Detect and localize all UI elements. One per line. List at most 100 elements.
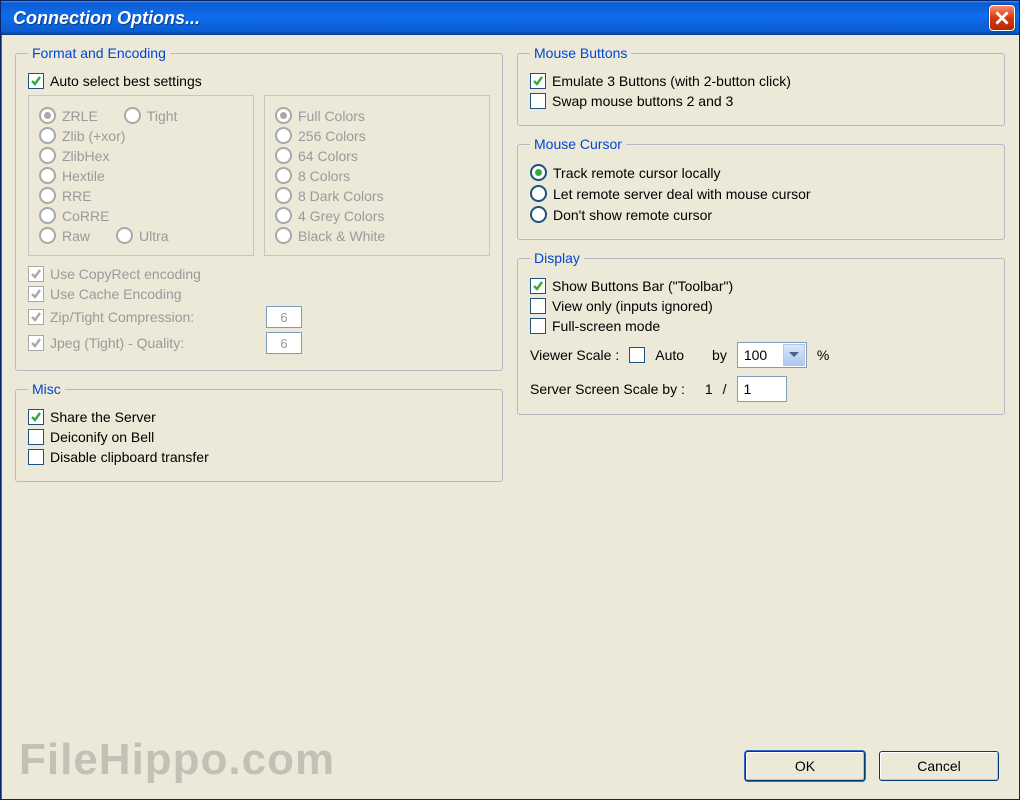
- mouse-buttons-group: Mouse Buttons Emulate 3 Buttons (with 2-…: [517, 45, 1005, 126]
- fullscreen-checkbox[interactable]: [530, 318, 546, 334]
- enc-raw-label: Raw: [62, 228, 90, 244]
- mouse-cursor-group: Mouse Cursor Track remote cursor locally…: [517, 136, 1005, 240]
- enc-ultra-label: Ultra: [139, 228, 169, 244]
- dialog-window: Connection Options... Format and Encodin…: [0, 0, 1020, 800]
- cursor-hide-radio[interactable]: [530, 206, 547, 223]
- cursor-remote-label: Let remote server deal with mouse cursor: [553, 186, 811, 202]
- col-4grey-label: 4 Grey Colors: [298, 208, 384, 224]
- disable-clipboard-checkbox[interactable]: [28, 449, 44, 465]
- copyrect-checkbox: [28, 266, 44, 282]
- misc-group: Misc Share the Server Deiconify on Bell …: [15, 381, 503, 482]
- close-icon: [995, 11, 1009, 25]
- viewer-scale-label: Viewer Scale :: [530, 347, 619, 363]
- deiconify-checkbox[interactable]: [28, 429, 44, 445]
- display-group: Display Show Buttons Bar ("Toolbar") Vie…: [517, 250, 1005, 415]
- toolbar-label: Show Buttons Bar ("Toolbar"): [552, 278, 733, 294]
- enc-raw-radio: [39, 227, 56, 244]
- col-256-radio: [275, 127, 292, 144]
- format-encoding-group: Format and Encoding Auto select best set…: [15, 45, 503, 371]
- cursor-remote-radio[interactable]: [530, 185, 547, 202]
- titlebar[interactable]: Connection Options...: [1, 1, 1019, 35]
- col-8-label: 8 Colors: [298, 168, 350, 184]
- enc-rre-radio: [39, 187, 56, 204]
- swap-buttons-label: Swap mouse buttons 2 and 3: [552, 93, 733, 109]
- auto-select-row: Auto select best settings: [28, 73, 490, 89]
- col-8dark-label: 8 Dark Colors: [298, 188, 384, 204]
- share-server-label: Share the Server: [50, 409, 156, 425]
- zipcomp-value: 6: [266, 306, 302, 328]
- server-scale-input[interactable]: [737, 376, 787, 402]
- colors-box: Full Colors 256 Colors 64 Colors 8 Color…: [264, 95, 490, 256]
- col-8-radio: [275, 167, 292, 184]
- server-scale-num: 1: [705, 381, 713, 397]
- enc-zlibhex-label: ZlibHex: [62, 148, 109, 164]
- encoding-subgroups: ZRLE Tight Zlib (+xor) ZlibHex Hextile R…: [28, 95, 490, 256]
- chevron-down-icon: [783, 344, 805, 366]
- window-title: Connection Options...: [13, 8, 200, 29]
- auto-select-checkbox[interactable]: [28, 73, 44, 89]
- enc-zlibxor-label: Zlib (+xor): [62, 128, 125, 144]
- mouse-cursor-legend: Mouse Cursor: [530, 136, 626, 152]
- enc-tight-radio: [124, 107, 141, 124]
- display-legend: Display: [530, 250, 584, 266]
- server-scale-row: Server Screen Scale by : 1 /: [530, 376, 992, 402]
- col-bw-label: Black & White: [298, 228, 385, 244]
- cursor-hide-label: Don't show remote cursor: [553, 207, 712, 223]
- enc-rre-label: RRE: [62, 188, 92, 204]
- viewonly-checkbox[interactable]: [530, 298, 546, 314]
- jpegq-value: 6: [266, 332, 302, 354]
- enc-zlibxor-radio: [39, 127, 56, 144]
- mouse-buttons-legend: Mouse Buttons: [530, 45, 631, 61]
- col-bw-radio: [275, 227, 292, 244]
- zipcomp-label: Zip/Tight Compression:: [50, 309, 260, 325]
- format-legend: Format and Encoding: [28, 45, 170, 61]
- viewer-scale-pct: %: [817, 347, 829, 363]
- viewer-scale-auto-checkbox[interactable]: [629, 347, 645, 363]
- enc-corre-label: CoRRE: [62, 208, 109, 224]
- left-column: Format and Encoding Auto select best set…: [15, 45, 503, 482]
- cancel-button[interactable]: Cancel: [879, 751, 999, 781]
- enc-zlibhex-radio: [39, 147, 56, 164]
- col-4grey-radio: [275, 207, 292, 224]
- col-full-label: Full Colors: [298, 108, 365, 124]
- dialog-buttons: OK Cancel: [745, 751, 999, 781]
- emulate3-label: Emulate 3 Buttons (with 2-button click): [552, 73, 791, 89]
- share-server-checkbox[interactable]: [28, 409, 44, 425]
- col-8dark-radio: [275, 187, 292, 204]
- dialog-body: Format and Encoding Auto select best set…: [1, 35, 1019, 492]
- col-full-radio: [275, 107, 292, 124]
- enc-zrle-radio: [39, 107, 56, 124]
- viewer-scale-combo[interactable]: 100: [737, 342, 807, 368]
- enc-zrle-label: ZRLE: [62, 108, 98, 124]
- ok-button[interactable]: OK: [745, 751, 865, 781]
- fullscreen-label: Full-screen mode: [552, 318, 660, 334]
- enc-tight-label: Tight: [147, 108, 178, 124]
- encoding-options: Use CopyRect encoding Use Cache Encoding…: [28, 266, 490, 354]
- right-column: Mouse Buttons Emulate 3 Buttons (with 2-…: [517, 45, 1005, 482]
- jpegq-label: Jpeg (Tight) - Quality:: [50, 335, 260, 351]
- emulate3-checkbox[interactable]: [530, 73, 546, 89]
- toolbar-checkbox[interactable]: [530, 278, 546, 294]
- enc-corre-radio: [39, 207, 56, 224]
- watermark: FileHippo.com: [19, 735, 335, 785]
- copyrect-label: Use CopyRect encoding: [50, 266, 201, 282]
- col-256-label: 256 Colors: [298, 128, 366, 144]
- cursor-track-radio[interactable]: [530, 164, 547, 181]
- server-scale-label: Server Screen Scale by :: [530, 381, 685, 397]
- server-scale-sep: /: [723, 381, 727, 397]
- viewer-scale-value: 100: [744, 347, 767, 363]
- zipcomp-checkbox: [28, 309, 44, 325]
- viewer-scale-auto-label: Auto: [655, 347, 684, 363]
- cache-label: Use Cache Encoding: [50, 286, 182, 302]
- misc-legend: Misc: [28, 381, 65, 397]
- cursor-track-label: Track remote cursor locally: [553, 165, 721, 181]
- viewer-scale-row: Viewer Scale : Auto by 100 %: [530, 342, 992, 368]
- close-button[interactable]: [989, 5, 1015, 31]
- enc-hextile-label: Hextile: [62, 168, 105, 184]
- deiconify-label: Deiconify on Bell: [50, 429, 154, 445]
- encoding-box: ZRLE Tight Zlib (+xor) ZlibHex Hextile R…: [28, 95, 254, 256]
- viewer-scale-by-label: by: [712, 347, 727, 363]
- enc-ultra-radio: [116, 227, 133, 244]
- swap-buttons-checkbox[interactable]: [530, 93, 546, 109]
- jpegq-checkbox: [28, 335, 44, 351]
